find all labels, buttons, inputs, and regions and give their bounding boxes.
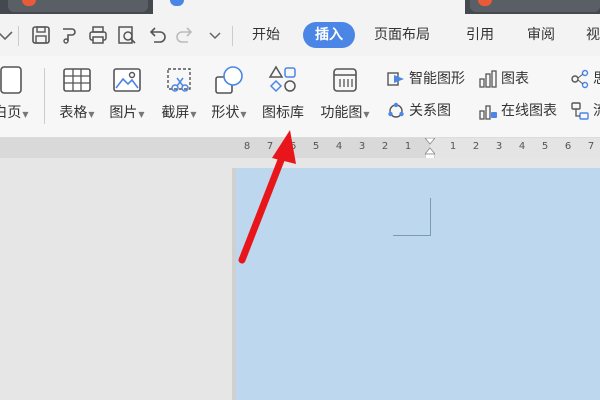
- ruler-number: 2: [381, 141, 389, 152]
- flowchart-icon: [570, 101, 590, 121]
- ruler-number: 1: [404, 141, 412, 152]
- table-button[interactable]: 表格▼: [54, 64, 100, 122]
- shape-button[interactable]: 形状▼: [206, 64, 252, 122]
- ruler-number: 3: [358, 141, 366, 152]
- smart-graphic-label: 智能图形: [409, 71, 465, 87]
- ruler-number: 4: [518, 141, 526, 152]
- active-document-tab[interactable]: [153, 0, 465, 14]
- chart-icon: [478, 69, 498, 89]
- chevron-down-icon[interactable]: [204, 24, 226, 46]
- print-icon[interactable]: [87, 24, 109, 46]
- ribbon-toolbar: 白页▼ 表格▼ 图片▼ 截屏▼ 形状▼ 图标库 功能图▼ 智能图形 关系图 图表…: [0, 56, 600, 138]
- relation-chart-button[interactable]: 关系图: [386, 100, 451, 122]
- picture-button[interactable]: 图片▼: [104, 64, 150, 122]
- redo-icon[interactable]: [174, 24, 196, 46]
- save-icon[interactable]: [30, 24, 52, 46]
- ruler-number: 5: [541, 141, 549, 152]
- format-painter-icon[interactable]: [58, 24, 80, 46]
- table-label: 表格: [59, 105, 88, 121]
- function-chart-icon: [329, 64, 361, 96]
- ruler-number: 1: [449, 141, 457, 152]
- horizontal-ruler[interactable]: 8 7 6 5 4 3 2 1 1 2 3 4 5 6 7: [0, 137, 600, 160]
- relation-chart-label: 关系图: [409, 103, 451, 119]
- ruler-number: 5: [312, 141, 320, 152]
- table-icon: [61, 64, 93, 96]
- mindmap-button[interactable]: 思: [570, 68, 600, 90]
- menu-home[interactable]: 开始: [246, 22, 286, 48]
- function-chart-label: 功能图: [320, 105, 363, 121]
- screenshot-button[interactable]: 截屏▼: [156, 64, 202, 122]
- smart-graphic-button[interactable]: 智能图形: [386, 68, 465, 90]
- ruler-number: 6: [564, 141, 572, 152]
- relation-chart-icon: [386, 101, 406, 121]
- online-chart-icon: [478, 101, 498, 121]
- title-bar: [0, 0, 600, 14]
- smart-graphic-icon: [386, 69, 406, 89]
- chevron-down-icon[interactable]: [0, 24, 16, 46]
- menu-page-layout[interactable]: 页面布局: [368, 22, 436, 48]
- menu-insert[interactable]: 插入: [303, 22, 355, 48]
- ruler-number: 8: [243, 141, 251, 152]
- blank-page-button[interactable]: 白页▼: [0, 64, 36, 122]
- ruler-number: 3: [495, 141, 503, 152]
- icon-library-icon: [267, 64, 299, 96]
- flowchart-button[interactable]: 流: [570, 100, 600, 122]
- screenshot-icon: [163, 64, 195, 96]
- ruler-number: 7: [587, 141, 595, 152]
- icon-library-button[interactable]: 图标库: [258, 64, 308, 122]
- flowchart-label: 流: [593, 103, 600, 119]
- ruler-number: 7: [266, 141, 274, 152]
- online-chart-label: 在线图表: [501, 103, 557, 119]
- page-icon: [0, 64, 27, 96]
- undo-icon[interactable]: [146, 24, 168, 46]
- ruler-number: 6: [289, 141, 297, 152]
- screenshot-label: 截屏: [161, 105, 190, 121]
- menu-bar: 开始 插入 页面布局 引用 审阅 视: [0, 14, 600, 56]
- shape-icon: [213, 64, 245, 96]
- menu-review[interactable]: 审阅: [521, 22, 561, 48]
- picture-label: 图片: [109, 105, 138, 121]
- margin-corner-mark: [393, 198, 431, 236]
- icon-library-label: 图标库: [262, 105, 304, 121]
- shape-label: 形状: [211, 105, 240, 121]
- print-preview-icon[interactable]: [116, 24, 138, 46]
- chart-label: 图表: [501, 71, 529, 87]
- indent-marker[interactable]: [424, 137, 436, 160]
- online-chart-button[interactable]: 在线图表: [478, 100, 557, 122]
- menu-view[interactable]: 视: [580, 22, 600, 48]
- chart-button[interactable]: 图表: [478, 68, 529, 90]
- mindmap-label: 思: [593, 71, 600, 87]
- mindmap-icon: [570, 69, 590, 89]
- ruler-number: 4: [335, 141, 343, 152]
- ruler-number: 2: [472, 141, 480, 152]
- picture-icon: [111, 64, 143, 96]
- blank-page-label: 白页: [0, 105, 22, 121]
- function-chart-button[interactable]: 功能图▼: [316, 64, 374, 122]
- menu-references[interactable]: 引用: [460, 22, 500, 48]
